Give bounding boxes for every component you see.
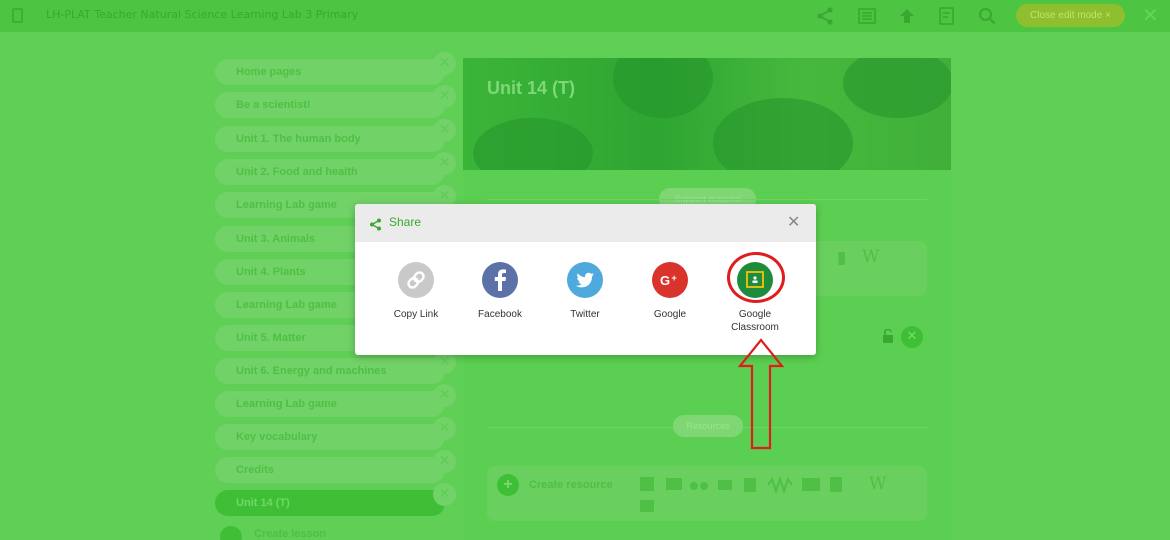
share-dialog-header: Share ✕ [355, 204, 816, 242]
google-plus-icon: G + [652, 262, 688, 298]
sidebar-item[interactable]: Be a scientist! [215, 92, 445, 118]
share-option-facebook[interactable]: Facebook [460, 262, 540, 321]
sidebar-item[interactable]: Unit 2. Food and health [215, 159, 445, 185]
remove-item-icon[interactable]: ✕ [433, 85, 456, 108]
sidebar-item[interactable]: Key vocabulary [215, 424, 445, 450]
create-lesson-button[interactable]: Create lesson [218, 524, 448, 540]
share-option-label: Facebook [478, 309, 522, 320]
share-dialog-title: Share [389, 215, 422, 229]
twitter-icon [567, 262, 603, 298]
close-icon[interactable]: ✕ [1142, 5, 1159, 25]
share-icon [369, 216, 382, 231]
wikipedia-icon[interactable]: W [869, 474, 886, 494]
document-icon: ▮ [837, 248, 847, 268]
resources-pill[interactable]: Resources [673, 415, 743, 437]
share-option-label: Google Classroom [731, 309, 779, 333]
close-edit-mode-button[interactable]: Close edit mode × [1016, 4, 1125, 27]
upload-icon[interactable] [897, 6, 917, 26]
unlock-icon[interactable] [882, 328, 894, 343]
app-title: LH-PLAT Teacher Natural Science Learning… [46, 8, 359, 21]
divider [487, 199, 927, 200]
resource-type-icons[interactable] [640, 474, 900, 514]
remove-icon[interactable]: ✕ [901, 326, 923, 348]
remove-item-icon[interactable]: ✕ [433, 119, 456, 142]
search-icon[interactable] [977, 6, 997, 26]
link-icon [398, 262, 434, 298]
remove-item-icon[interactable]: ✕ [433, 152, 456, 175]
share-option-label: Twitter [570, 309, 600, 320]
share-option-copy-link[interactable]: Copy Link [376, 262, 456, 321]
sidebar-item[interactable]: Unit 14 (T) [215, 490, 445, 516]
remove-item-icon[interactable]: ✕ [433, 417, 456, 440]
remove-item-icon[interactable]: ✕ [433, 52, 456, 75]
remove-item-icon[interactable]: ✕ [433, 483, 456, 506]
share-icon[interactable] [815, 6, 835, 26]
svg-text:+: + [672, 273, 677, 283]
sidebar-item[interactable]: Home pages [215, 59, 445, 85]
sidebar-item[interactable]: Unit 6. Energy and machines [215, 358, 445, 384]
list-icon[interactable] [857, 6, 877, 26]
remove-item-icon[interactable]: ✕ [433, 450, 456, 473]
share-option-google[interactable]: G + Google [630, 262, 710, 321]
edit-icon[interactable] [937, 6, 957, 26]
create-lesson-label: Create lesson [254, 528, 327, 540]
remove-item-icon[interactable]: ✕ [433, 384, 456, 407]
sidebar-item[interactable]: Unit 1. The human body [215, 126, 445, 152]
close-icon[interactable]: ✕ [787, 213, 800, 231]
unit-banner: Unit 14 (T) [463, 58, 951, 170]
top-bar: LH-PLAT Teacher Natural Science Learning… [0, 0, 1170, 32]
sidebar-item[interactable]: Learning Lab game [215, 391, 445, 417]
wikipedia-icon: W [862, 247, 880, 267]
plus-icon [220, 526, 242, 540]
share-option-label: Google [653, 309, 687, 320]
create-resource-button[interactable]: + Create resource [497, 466, 613, 506]
sidebar-item[interactable]: Credits [215, 457, 445, 483]
facebook-icon [482, 262, 518, 298]
plus-icon: + [497, 474, 519, 496]
create-resource-label: Create resource [529, 479, 613, 491]
book-icon[interactable] [12, 8, 23, 23]
share-option-label: Copy Link [393, 309, 439, 320]
share-option-twitter[interactable]: Twitter [545, 262, 625, 321]
up-arrow-annotation [738, 338, 784, 450]
svg-text:G: G [660, 273, 670, 288]
unit-title: Unit 14 (T) [487, 78, 575, 98]
highlight-circle-annotation [727, 252, 785, 303]
